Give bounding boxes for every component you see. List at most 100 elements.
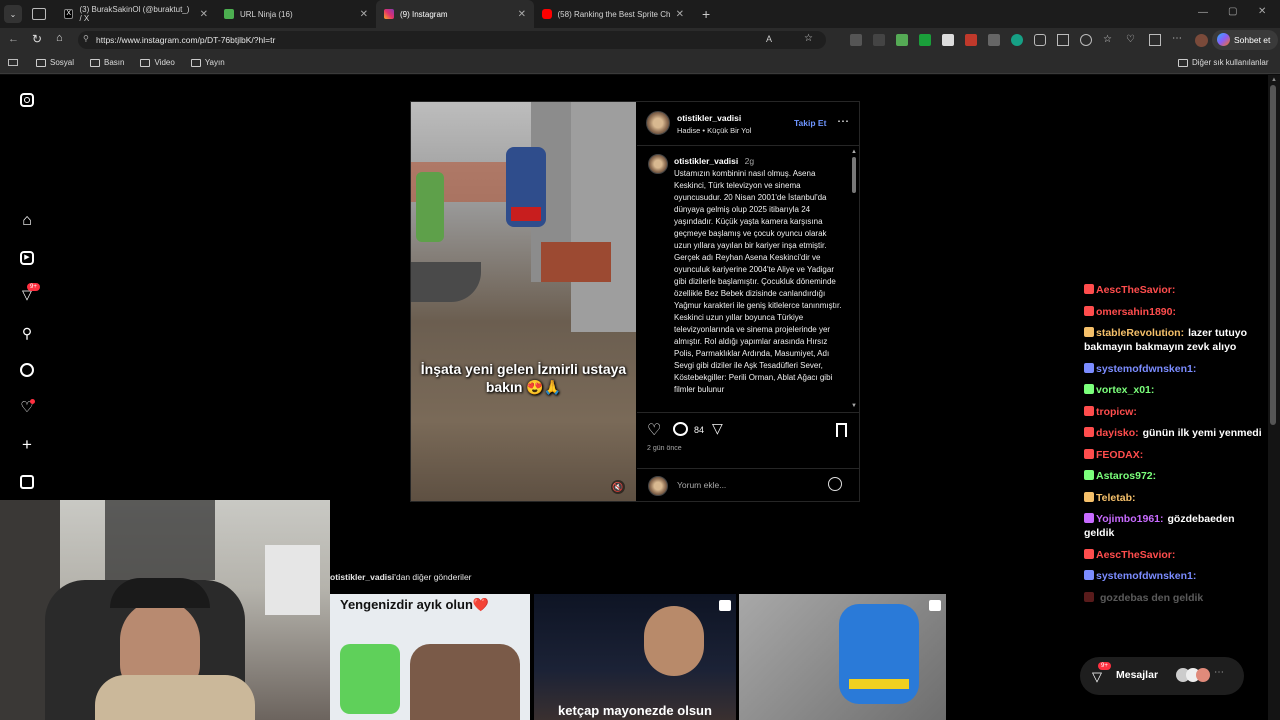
extension-icon[interactable] xyxy=(1011,34,1023,46)
extension-icon[interactable] xyxy=(942,34,954,46)
avatar[interactable] xyxy=(648,154,668,174)
collections-icon[interactable]: ♡ xyxy=(1126,34,1138,46)
other-favorites[interactable]: Diğer sık kullanılanlar xyxy=(1178,58,1268,67)
comment-input[interactable]: Yorum ekle... xyxy=(677,480,726,490)
avatar[interactable] xyxy=(646,111,670,135)
tab-list-button[interactable]: ⌄ xyxy=(4,5,22,23)
profile-avatar[interactable] xyxy=(1195,34,1208,47)
stream-chat: AescTheSavior: omersahin1890: stableRevolu… xyxy=(1084,283,1262,612)
worker-figure xyxy=(416,172,444,242)
site-info-icon[interactable]: ⚲ xyxy=(83,34,89,43)
bookmark-folder-sosyal[interactable]: Sosyal xyxy=(36,58,74,67)
maximize-button[interactable]: ▢ xyxy=(1228,6,1237,17)
chat-badge-icon xyxy=(1084,591,1094,602)
bookmark-folder-yayin[interactable]: Yayın xyxy=(190,58,225,67)
chat-username: vortex_x01: xyxy=(1096,384,1155,396)
scroll-thumb[interactable] xyxy=(1270,85,1276,425)
close-icon[interactable]: ✕ xyxy=(200,9,208,20)
reel-icon xyxy=(929,600,941,611)
more-post-tile[interactable] xyxy=(739,594,946,720)
follow-button[interactable]: Takip Et xyxy=(794,118,826,128)
tab-instagram[interactable]: (9) Instagram ✕ xyxy=(376,0,534,28)
notification-badge: 9+ xyxy=(27,283,40,291)
bookmark-folder-basin[interactable]: Basın xyxy=(90,58,124,67)
tab-instagram-label: (9) Instagram xyxy=(400,9,448,19)
tab-url-ninja[interactable]: URL Ninja (16) ✕ xyxy=(216,0,376,28)
share-icon[interactable]: ▽ xyxy=(712,420,723,437)
bookmark-label: Basın xyxy=(104,58,125,67)
favorites-icon[interactable]: ☆ xyxy=(1103,34,1115,46)
bookmark-label: Sosyal xyxy=(50,58,75,67)
tab-youtube-label: (58) Ranking the Best Sprite Challe xyxy=(557,9,670,19)
split-screen-icon[interactable] xyxy=(1057,34,1069,46)
close-icon[interactable]: ✕ xyxy=(676,9,684,20)
messages-bar[interactable]: ▽ 9+ Mesajlar ⋯ xyxy=(1080,657,1244,695)
extension-icon[interactable] xyxy=(919,34,931,46)
reels-icon[interactable]: ▶ xyxy=(18,249,36,267)
emoji-icon[interactable] xyxy=(828,477,842,491)
chat-username: omersahin1890: xyxy=(1096,305,1176,318)
like-heart-icon[interactable]: ♡ xyxy=(647,420,661,440)
search-icon[interactable]: ⚲ xyxy=(18,324,36,342)
copilot-chat-button[interactable]: Sohbet et xyxy=(1212,30,1279,50)
shirt-graphic xyxy=(95,675,255,720)
url-field[interactable]: ⚲ https://www.instagram.com/p/DT-76btjlb… xyxy=(78,31,826,49)
scroll-up-icon[interactable]: ▲ xyxy=(851,149,857,155)
mute-icon[interactable]: 🔇 xyxy=(611,480,625,494)
folder-icon xyxy=(36,58,46,67)
more-options-icon[interactable]: ⋯ xyxy=(1172,34,1184,46)
extensions-puzzle-icon[interactable] xyxy=(1034,34,1046,46)
settings-icon[interactable] xyxy=(1080,34,1092,46)
chat-badge-icon xyxy=(1084,513,1094,523)
reading-list-icon[interactable] xyxy=(8,59,18,66)
post-audio-subtitle[interactable]: Hadise • Küçük Bir Yol xyxy=(677,126,751,135)
close-icon[interactable]: ✕ xyxy=(518,9,526,20)
close-window-button[interactable]: ✕ xyxy=(1258,6,1266,17)
scroll-thumb[interactable] xyxy=(852,157,856,193)
minimize-button[interactable]: — xyxy=(1198,7,1208,18)
bookmark-folder-video[interactable]: Video xyxy=(140,58,175,67)
create-icon[interactable]: + xyxy=(18,435,36,454)
messages-label: Mesajlar xyxy=(1116,669,1159,681)
extension-icon[interactable] xyxy=(965,34,977,46)
more-posts-username[interactable]: otistikler_vadisi xyxy=(330,572,394,582)
extension-icon[interactable] xyxy=(896,34,908,46)
extension-icon[interactable] xyxy=(988,34,1000,46)
extension-icon[interactable] xyxy=(850,34,862,46)
dashboard-icon[interactable] xyxy=(18,473,36,491)
scroll-down-icon[interactable]: ▼ xyxy=(851,403,857,409)
back-icon[interactable]: ← xyxy=(8,33,19,45)
post-video[interactable]: İnşata yeni gelen İzmirli ustaya bakın 😍… xyxy=(411,102,636,501)
screenshot-icon[interactable] xyxy=(1149,34,1161,46)
chat-badge-icon xyxy=(1084,548,1094,559)
notifications-heart-icon[interactable]: ♡ xyxy=(18,398,36,416)
chat-message: vortex_x01: xyxy=(1084,383,1262,397)
tab-youtube[interactable]: (58) Ranking the Best Sprite Challe ✕ xyxy=(534,0,692,28)
home-icon[interactable]: ⌂ xyxy=(56,32,63,44)
comments-scrollbar[interactable]: ▲ ▼ xyxy=(850,149,858,411)
new-tab-button[interactable]: + xyxy=(702,6,710,22)
workspaces-icon[interactable] xyxy=(32,8,46,20)
scroll-up-icon[interactable]: ▲ xyxy=(1271,77,1277,83)
post-date: 2 gün önce xyxy=(647,445,682,452)
favorite-star-icon[interactable]: ☆ xyxy=(804,33,813,44)
explore-icon[interactable] xyxy=(18,361,36,379)
more-post-tile[interactable]: Yengenizdir ayık olun❤️ xyxy=(330,594,530,720)
refresh-icon[interactable]: ↻ xyxy=(32,32,42,46)
comment-icon[interactable] xyxy=(673,422,688,436)
close-icon[interactable]: ✕ xyxy=(360,9,368,20)
direct-messages-icon[interactable]: ▽ 9+ xyxy=(18,283,40,304)
comment-author[interactable]: otistikler_vadisi xyxy=(674,156,738,166)
read-aloud-icon[interactable]: A xyxy=(766,34,772,44)
chat-message: dayisko: günün ilk yemi yenmedi xyxy=(1084,426,1262,440)
extension-icon[interactable] xyxy=(873,34,885,46)
instagram-logo-icon[interactable] xyxy=(18,91,36,109)
page-scrollbar[interactable]: ▲ xyxy=(1268,75,1280,720)
chat-message: omersahin1890: xyxy=(1084,305,1262,319)
tab-x[interactable]: X (3) BurakSakinOl (@buraktut_) / X ✕ xyxy=(56,0,216,28)
save-bookmark-icon[interactable] xyxy=(836,423,847,437)
post-username[interactable]: otistikler_vadisi xyxy=(677,113,741,123)
more-post-tile[interactable]: ketçap mayonezde olsun xyxy=(534,594,736,720)
more-options-icon[interactable]: ⋯ xyxy=(837,114,849,128)
home-icon[interactable]: ⌂ xyxy=(18,212,36,230)
